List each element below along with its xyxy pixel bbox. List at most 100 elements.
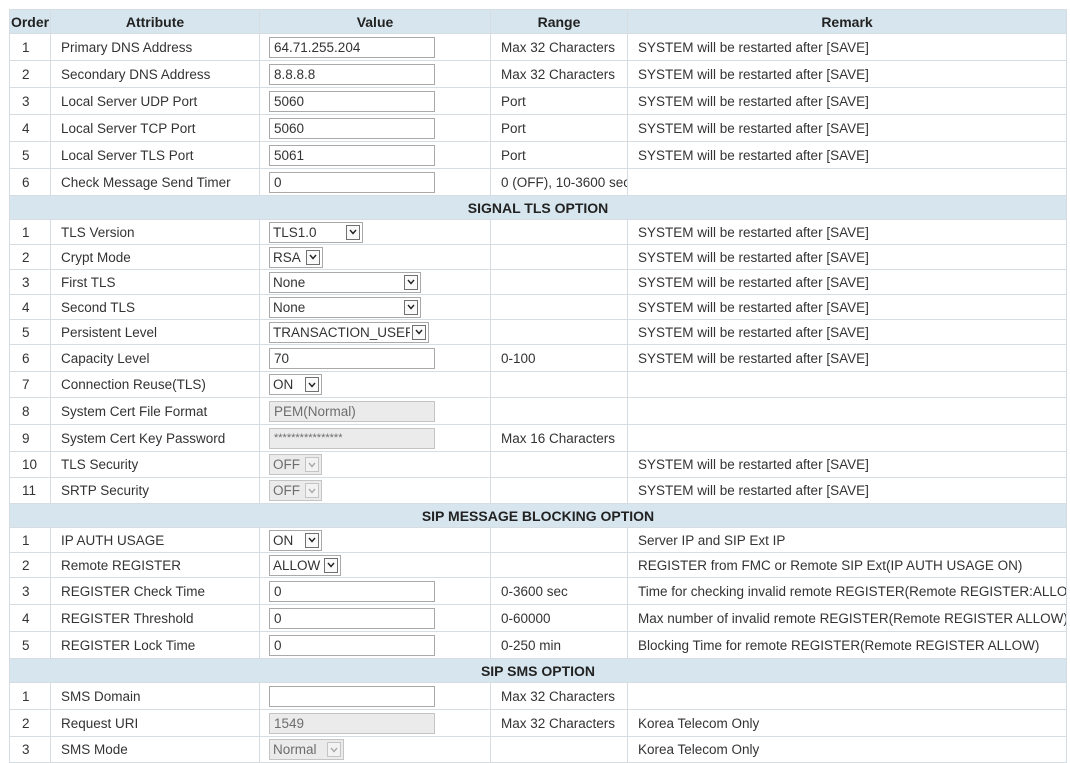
send-timer-input[interactable]: [269, 171, 435, 193]
row-attribute: Local Server TLS Port: [50, 141, 260, 169]
row-range: Port: [490, 114, 628, 142]
persistent-level-select[interactable]: TRANSACTION_USER: [269, 321, 429, 343]
row-range: [490, 736, 628, 763]
row-attribute: REGISTER Lock Time: [50, 631, 260, 659]
row-attribute: Persistent Level: [50, 319, 260, 345]
header-attribute: Attribute: [50, 9, 260, 34]
section-header-tls: SIGNAL TLS OPTION: [9, 195, 1067, 220]
sms-domain-input[interactable]: [269, 685, 435, 707]
table-row: 6 Capacity Level 0-100 SYSTEM will be re…: [9, 344, 1067, 372]
table-row: 1 Primary DNS Address Max 32 Characters …: [9, 33, 1067, 61]
row-remark: SYSTEM will be restarted after [SAVE]: [627, 141, 1067, 169]
header-range: Range: [490, 9, 628, 34]
table-row: 5 REGISTER Lock Time 0-250 min Blocking …: [9, 631, 1067, 659]
header-remark: Remark: [627, 9, 1067, 34]
row-remark: SYSTEM will be restarted after [SAVE]: [627, 219, 1067, 245]
row-remark: Blocking Time for remote REGISTER(Remote…: [627, 631, 1067, 659]
row-remark: [627, 424, 1067, 452]
row-order: 2: [9, 552, 51, 578]
row-remark: SYSTEM will be restarted after [SAVE]: [627, 60, 1067, 88]
request-uri-input: [269, 712, 435, 734]
tcp-port-input[interactable]: [269, 117, 435, 139]
chevron-down-icon: [324, 557, 338, 573]
row-order: 2: [9, 244, 51, 270]
chevron-down-icon: [404, 299, 418, 315]
row-attribute: REGISTER Threshold: [50, 604, 260, 632]
row-range: [490, 451, 628, 478]
chevron-down-icon: [305, 377, 319, 392]
connection-reuse-select[interactable]: ON: [269, 374, 322, 395]
row-order: 8: [9, 397, 51, 425]
ip-auth-usage-select[interactable]: ON: [269, 529, 322, 551]
row-range: [490, 477, 628, 504]
row-remark: Korea Telecom Only: [627, 736, 1067, 763]
cert-format-input: [269, 400, 435, 422]
row-range: [490, 397, 628, 425]
register-lock-time-input[interactable]: [269, 634, 435, 656]
sms-mode-select: Normal: [269, 739, 344, 760]
row-range: Port: [490, 141, 628, 169]
table-row: 3 Local Server UDP Port Port SYSTEM will…: [9, 87, 1067, 115]
row-order: 1: [9, 527, 51, 553]
first-tls-select[interactable]: None: [269, 271, 421, 293]
row-order: 5: [9, 631, 51, 659]
row-order: 3: [9, 269, 51, 295]
row-attribute: REGISTER Check Time: [50, 577, 260, 605]
row-order: 6: [9, 168, 51, 196]
row-range: 0-100: [490, 344, 628, 372]
cert-password-input: [269, 427, 435, 449]
row-order: 2: [9, 60, 51, 88]
section-title: SIP SMS OPTION: [9, 658, 1067, 683]
table-row: 4 REGISTER Threshold 0-60000 Max number …: [9, 604, 1067, 632]
second-tls-select[interactable]: None: [269, 296, 421, 318]
row-order: 11: [9, 477, 51, 504]
row-order: 1: [9, 682, 51, 710]
row-range: [490, 527, 628, 553]
row-remark: Time for checking invalid remote REGISTE…: [627, 577, 1067, 605]
row-attribute: Crypt Mode: [50, 244, 260, 270]
primary-dns-input[interactable]: [269, 36, 435, 58]
capacity-level-input[interactable]: [269, 347, 435, 369]
row-attribute: First TLS: [50, 269, 260, 295]
row-range: [490, 294, 628, 320]
table-row: 9 System Cert Key Password Max 16 Charac…: [9, 424, 1067, 452]
row-range: [490, 244, 628, 270]
row-attribute: Local Server TCP Port: [50, 114, 260, 142]
table-row: 11 SRTP Security OFF SYSTEM will be rest…: [9, 477, 1067, 504]
crypt-mode-select[interactable]: RSA: [269, 246, 323, 268]
row-order: 4: [9, 114, 51, 142]
udp-port-input[interactable]: [269, 90, 435, 112]
register-check-time-input[interactable]: [269, 580, 435, 602]
row-attribute: Connection Reuse(TLS): [50, 371, 260, 398]
row-attribute: Capacity Level: [50, 344, 260, 372]
row-remark: SYSTEM will be restarted after [SAVE]: [627, 319, 1067, 345]
row-order: 2: [9, 709, 51, 737]
table-row: 2 Request URI Max 32 Characters Korea Te…: [9, 709, 1067, 737]
row-remark: SYSTEM will be restarted after [SAVE]: [627, 269, 1067, 295]
table-row: 3 REGISTER Check Time 0-3600 sec Time fo…: [9, 577, 1067, 605]
row-remark: Server IP and SIP Ext IP: [627, 527, 1067, 553]
header-order: Order: [9, 9, 51, 34]
remote-register-select[interactable]: ALLOW: [269, 554, 341, 576]
secondary-dns-input[interactable]: [269, 63, 435, 85]
row-range: [490, 371, 628, 398]
row-order: 6: [9, 344, 51, 372]
row-order: 5: [9, 141, 51, 169]
section-title: SIGNAL TLS OPTION: [9, 195, 1067, 220]
row-range: [490, 319, 628, 345]
row-order: 4: [9, 294, 51, 320]
row-remark: SYSTEM will be restarted after [SAVE]: [627, 451, 1067, 478]
chevron-down-icon: [305, 483, 319, 498]
row-attribute: TLS Version: [50, 219, 260, 245]
tls-version-select[interactable]: TLS1.0: [269, 221, 363, 243]
row-remark: SYSTEM will be restarted after [SAVE]: [627, 114, 1067, 142]
register-threshold-input[interactable]: [269, 607, 435, 629]
header-value: Value: [259, 9, 491, 34]
row-order: 1: [9, 33, 51, 61]
row-remark: SYSTEM will be restarted after [SAVE]: [627, 33, 1067, 61]
table-row: 1 SMS Domain Max 32 Characters: [9, 682, 1067, 710]
table-row: 4 Second TLS None SYSTEM will be restart…: [9, 294, 1067, 320]
tls-port-input[interactable]: [269, 144, 435, 166]
row-range: Max 16 Characters: [490, 424, 628, 452]
row-range: Max 32 Characters: [490, 709, 628, 737]
